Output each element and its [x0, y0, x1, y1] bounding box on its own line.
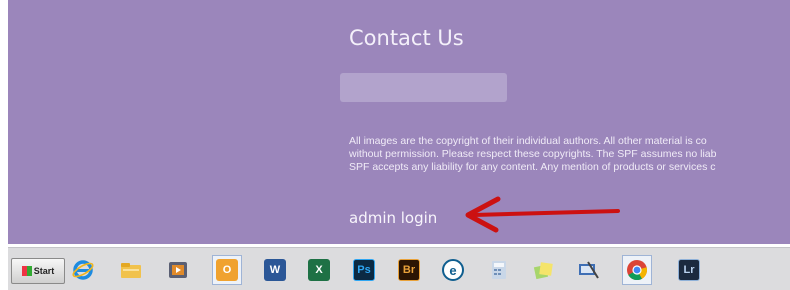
file-explorer-taskbar-button[interactable]: [116, 255, 146, 285]
snipping-tool-icon: [579, 261, 599, 279]
chrome-taskbar-button[interactable]: [622, 255, 652, 285]
contact-input-field[interactable]: [340, 73, 507, 102]
internet-explorer-icon: [72, 260, 94, 280]
windows-flag-icon: [21, 266, 32, 276]
copyright-disclaimer: All images are the copyright of their in…: [349, 135, 717, 174]
disclaimer-line: without permission. Please respect these…: [349, 148, 717, 160]
outlook-icon: O: [216, 259, 238, 281]
chrome-icon: [627, 260, 648, 281]
media-player-taskbar-button[interactable]: [163, 255, 193, 285]
contact-us-heading: Contact Us: [349, 26, 464, 50]
bridge-icon: Br: [398, 259, 420, 281]
internet-explorer-taskbar-button[interactable]: [68, 255, 98, 285]
lightroom-icon: Lr: [678, 259, 700, 281]
sticky-notes-icon: [533, 262, 553, 280]
website-footer: Contact Us All images are the copyright …: [8, 0, 790, 244]
start-label: Start: [33, 266, 55, 276]
snipping-tool-taskbar-button[interactable]: [573, 255, 603, 285]
red-arrow-annotation: [465, 196, 620, 233]
edge-icon: e: [442, 259, 464, 281]
word-icon: W: [264, 259, 286, 281]
windows-taskbar: Start O W X Ps Br e Lr: [8, 247, 790, 290]
file-explorer-icon: [121, 263, 141, 278]
calculator-icon: [492, 261, 506, 279]
disclaimer-line: SPF accepts any liability for any conten…: [349, 161, 716, 173]
excel-icon: X: [308, 259, 330, 281]
photoshop-taskbar-button[interactable]: Ps: [349, 255, 379, 285]
lightroom-taskbar-button[interactable]: Lr: [674, 255, 704, 285]
start-button[interactable]: Start: [11, 258, 65, 284]
outlook-taskbar-button[interactable]: O: [212, 255, 242, 285]
calculator-taskbar-button[interactable]: [484, 255, 514, 285]
photoshop-icon: Ps: [353, 259, 375, 281]
admin-login-link[interactable]: admin login: [349, 209, 437, 227]
edge-taskbar-button[interactable]: e: [438, 255, 468, 285]
bridge-taskbar-button[interactable]: Br: [394, 255, 424, 285]
sticky-notes-taskbar-button[interactable]: [528, 255, 558, 285]
excel-taskbar-button[interactable]: X: [304, 255, 334, 285]
word-taskbar-button[interactable]: W: [260, 255, 290, 285]
media-player-icon: [169, 262, 187, 278]
disclaimer-line: All images are the copyright of their in…: [349, 135, 707, 147]
